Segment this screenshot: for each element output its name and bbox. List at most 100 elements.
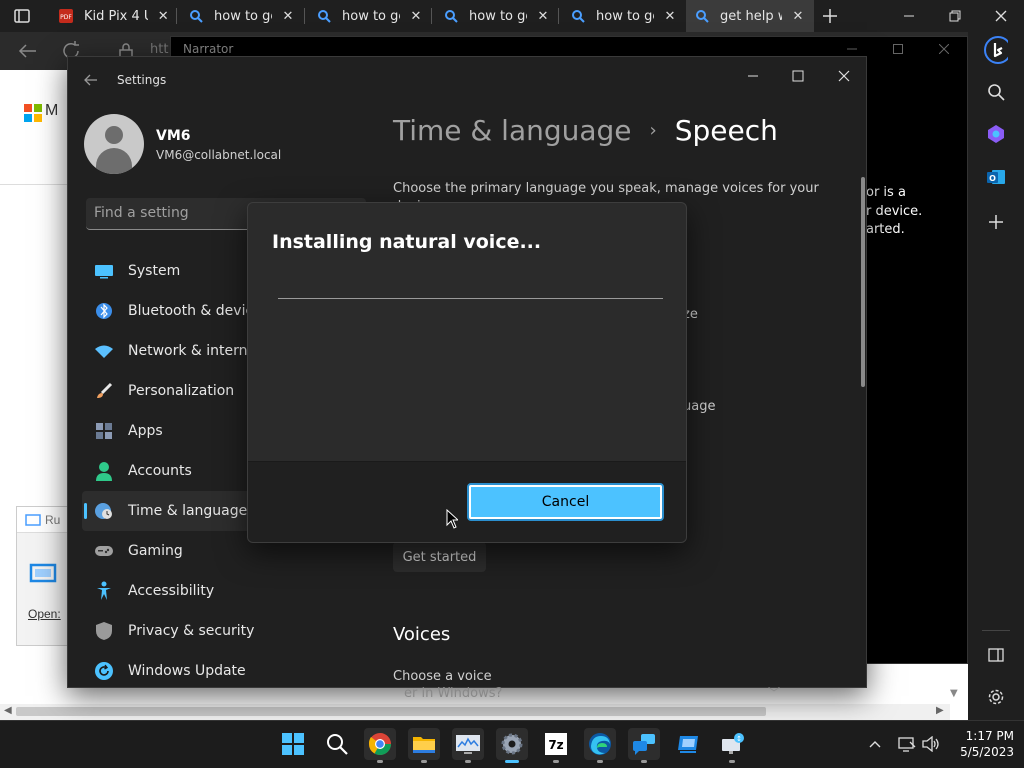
narrator-close-button[interactable] xyxy=(921,39,967,59)
chevron-up-icon[interactable] xyxy=(866,736,884,752)
settings-title: Settings xyxy=(117,73,167,87)
page-title: Speech xyxy=(674,114,778,147)
bluetooth-icon xyxy=(94,301,114,321)
bing-chat-icon[interactable] xyxy=(984,36,1008,64)
edge-icon[interactable] xyxy=(584,728,616,760)
close-tab-icon[interactable]: ✕ xyxy=(662,8,678,24)
restore-button[interactable] xyxy=(932,0,978,32)
volume-icon[interactable] xyxy=(922,736,940,752)
breadcrumb-parent[interactable]: Time & language xyxy=(393,114,632,147)
nav-item-windows-update[interactable]: Windows Update xyxy=(82,651,372,687)
voices-heading: Voices xyxy=(393,624,451,645)
add-icon[interactable] xyxy=(984,210,1008,234)
tab-separator xyxy=(431,8,432,24)
address-text[interactable]: htt xyxy=(150,42,168,57)
close-tab-icon[interactable]: ✕ xyxy=(535,8,551,24)
active-indicator xyxy=(505,760,519,763)
nav-label: System xyxy=(128,263,181,279)
copilot-icon[interactable] xyxy=(984,122,1008,146)
narrator-maximize-button[interactable] xyxy=(875,39,921,59)
settings-close-button[interactable] xyxy=(821,61,866,91)
horizontal-scrollbar[interactable]: ◀ ▶ xyxy=(0,704,950,720)
tab-title: how to get nat xyxy=(214,8,272,24)
tab-title: how to get nat xyxy=(596,8,654,24)
brush-icon xyxy=(94,381,114,401)
browser-tab[interactable]: PDF Kid Pix 4 User ✕ xyxy=(50,0,178,32)
feedback-icon[interactable] xyxy=(628,728,660,760)
chrome-icon[interactable] xyxy=(364,728,396,760)
browser-tab[interactable]: how to get nat ✕ xyxy=(562,0,686,32)
clock-time: 1:17 PM xyxy=(965,729,1014,743)
network-tray-icon[interactable] xyxy=(898,736,916,752)
tab-title: Kid Pix 4 User xyxy=(84,8,148,24)
back-icon[interactable] xyxy=(16,40,40,62)
running-indicator xyxy=(377,760,383,763)
minimize-button[interactable] xyxy=(886,0,932,32)
settings-icon[interactable] xyxy=(496,728,528,760)
nav-label: Windows Update xyxy=(128,663,246,679)
plus-icon xyxy=(823,9,837,23)
settings-scrollbar[interactable] xyxy=(861,177,865,387)
svg-text:↕: ↕ xyxy=(736,735,742,743)
scrollbar-thumb[interactable] xyxy=(16,707,766,716)
scroll-left-icon[interactable]: ◀ xyxy=(4,705,12,716)
file-explorer-icon[interactable] xyxy=(408,728,440,760)
microsoft-logo-icon xyxy=(24,104,42,122)
search-icon xyxy=(316,8,332,24)
sidebar-panel-icon[interactable] xyxy=(984,643,1008,667)
wifi-icon xyxy=(94,341,114,361)
running-indicator xyxy=(641,760,647,763)
system-clock[interactable]: 1:17 PM 5/5/2023 xyxy=(948,728,1014,760)
browser-tab[interactable]: how to get nat ✕ xyxy=(180,0,306,32)
new-tab-button[interactable] xyxy=(818,4,842,28)
close-tab-icon[interactable]: ✕ xyxy=(790,8,806,24)
search-icon[interactable] xyxy=(321,728,353,760)
nav-label: Privacy & security xyxy=(128,623,255,639)
maximize-icon xyxy=(792,70,804,82)
get-started-button[interactable]: Get started xyxy=(393,542,486,572)
7zip-icon[interactable]: 7z xyxy=(540,728,572,760)
nav-item-privacy[interactable]: Privacy & security xyxy=(82,611,372,651)
close-tab-icon[interactable]: ✕ xyxy=(408,8,424,24)
performance-monitor-icon[interactable] xyxy=(452,728,484,760)
start-icon[interactable] xyxy=(277,728,309,760)
gear-icon[interactable] xyxy=(984,685,1008,709)
close-tab-icon[interactable]: ✕ xyxy=(156,8,170,24)
tab-actions-icon[interactable] xyxy=(10,6,34,26)
nav-item-accessibility[interactable]: Accessibility xyxy=(82,571,372,611)
search-icon xyxy=(443,8,459,24)
browser-tab[interactable]: how to get nat ✕ xyxy=(308,0,434,32)
cancel-button[interactable]: Cancel xyxy=(467,483,664,521)
breadcrumb: Time & language › Speech xyxy=(393,114,778,147)
close-tab-icon[interactable]: ✕ xyxy=(280,8,296,24)
browser-tab[interactable]: how to get nat ✕ xyxy=(435,0,561,32)
tab-separator xyxy=(176,8,177,24)
settings-maximize-button[interactable] xyxy=(775,61,821,91)
microsoft-wordmark: M xyxy=(45,102,59,119)
back-arrow-icon[interactable] xyxy=(82,71,100,89)
nav-label: Apps xyxy=(128,423,163,439)
avatar[interactable] xyxy=(84,114,144,174)
scroll-right-icon[interactable]: ▶ xyxy=(936,705,944,716)
choose-voice-label: Choose a voice xyxy=(393,669,492,684)
running-indicator xyxy=(421,760,427,763)
run-icon[interactable] xyxy=(672,728,704,760)
run-open-label: Open: xyxy=(28,607,61,621)
globe-clock-icon xyxy=(94,501,114,521)
network-icon[interactable]: ↕ xyxy=(716,728,748,760)
clock-date: 5/5/2023 xyxy=(960,745,1014,759)
close-button[interactable] xyxy=(978,0,1024,32)
tab-title: how to get nat xyxy=(342,8,400,24)
chevron-down-icon[interactable]: ﹀ xyxy=(768,684,780,701)
close-icon xyxy=(939,44,949,54)
nav-label: Accessibility xyxy=(128,583,215,599)
run-icon xyxy=(25,513,41,530)
browser-tab-active[interactable]: get help with ✕ xyxy=(686,0,814,32)
search-icon[interactable] xyxy=(984,80,1008,104)
narrator-text: or is a r device. arted. xyxy=(866,185,923,237)
gamepad-icon xyxy=(94,541,114,561)
nav-label: Accounts xyxy=(128,463,192,479)
settings-minimize-button[interactable] xyxy=(730,61,776,91)
scroll-down-icon[interactable]: ▼ xyxy=(950,688,958,699)
outlook-icon[interactable]: O xyxy=(984,165,1008,189)
